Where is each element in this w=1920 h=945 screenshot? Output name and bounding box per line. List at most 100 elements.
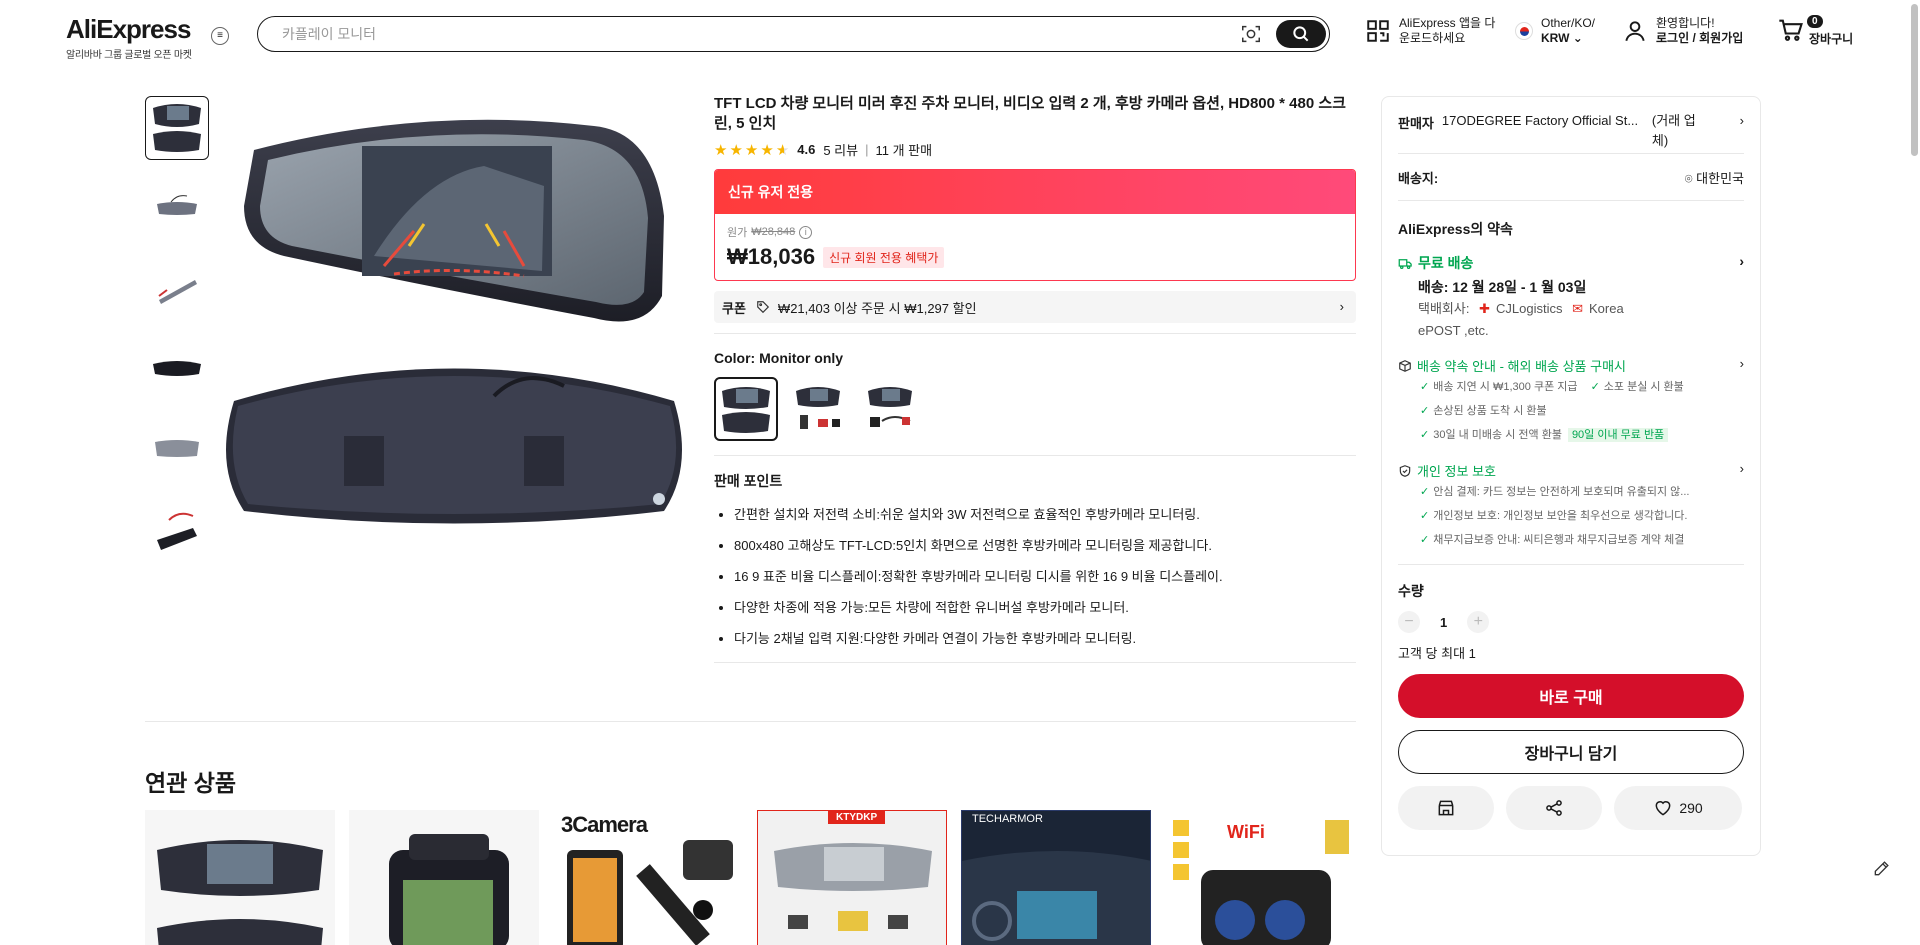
related-product-image (962, 851, 1150, 945)
share-button[interactable] (1506, 786, 1602, 830)
chevron-right-icon: › (1739, 113, 1744, 128)
info-icon[interactable]: i (799, 225, 813, 239)
seller-row[interactable]: 판매자 17ODEGREE Factory Official St... (거래… (1398, 113, 1744, 153)
buy-now-button[interactable]: 바로 구매 (1398, 674, 1744, 718)
thumbnail-5[interactable] (145, 416, 209, 480)
box-icon (1399, 359, 1411, 372)
scrollbar-thumb[interactable] (1911, 4, 1918, 156)
menu-icon[interactable]: ≡ (211, 27, 229, 45)
qr-code-icon (1367, 20, 1389, 42)
promise-item: 30일 내 미배송 시 전액 환불 (1433, 429, 1562, 441)
thumbnail-3[interactable] (145, 256, 209, 320)
free-shipping-section[interactable]: 무료 배송 › 배송: 12 월 28일 - 1 월 03일 택배회사: ✚ CJ… (1398, 253, 1744, 342)
app-line2: 운로드하세요 (1399, 31, 1466, 45)
check-icon: ✓ (1420, 405, 1430, 417)
quantity-stepper: − 1 + (1398, 611, 1744, 633)
aliexpress-logo[interactable]: AliExpress 알리바바 그룹 글로벌 오픈 마켓 (66, 14, 192, 61)
shield-icon (1399, 464, 1411, 477)
selling-point: 다양한 차종에 적용 가능:모든 차량에 적합한 유니버설 후방카메라 모니터. (734, 592, 1356, 623)
privacy-label: 개인 정보 보호 (1417, 464, 1496, 479)
rating-score: 4.6 (797, 142, 816, 157)
related-card-label: WiFi (1227, 822, 1265, 842)
ship-to-row[interactable]: 배송지: ⌾ 대한민국 (1398, 154, 1744, 200)
thumbnail-1[interactable] (145, 96, 209, 160)
check-icon: ✓ (1420, 429, 1430, 441)
chevron-right-icon: › (1739, 253, 1744, 269)
thumbnail-image (153, 361, 201, 376)
rating-row: ★ ★ ★ ★ ★ 4.6 5 리뷰 | 11 개 판매 (714, 140, 1356, 159)
app-line1: AliExpress 앱을 다 (1399, 16, 1496, 30)
camera-search-icon[interactable] (1240, 23, 1262, 45)
header: AliExpress 알리바바 그룹 글로벌 오픈 마켓 ≡ AliExpres… (0, 0, 1920, 66)
color-option-monitor-only[interactable] (714, 377, 778, 441)
thumbnail-4[interactable] (145, 336, 209, 400)
product-main-image[interactable] (224, 96, 684, 556)
delivery-promise-head: 배송 약속 안내 - 해외 배송 상품 구매시 › (1398, 356, 1744, 375)
login-link[interactable]: 로그인 / 회원가입 (1656, 31, 1743, 46)
chevron-right-icon: › (1339, 299, 1344, 314)
related-product-image (774, 843, 932, 931)
add-to-cart-button[interactable]: 장바구니 담기 (1398, 730, 1744, 774)
search-input[interactable] (282, 17, 1162, 50)
edit-icon[interactable] (1872, 858, 1892, 878)
related-product-card[interactable]: WiFi (1165, 810, 1355, 945)
cart[interactable]: 0 장바구니 (1777, 15, 1853, 48)
related-product-image (389, 834, 509, 945)
check-icon: ✓ (1420, 510, 1430, 522)
quantity-label: 수량 (1398, 583, 1424, 599)
store-icon (1438, 800, 1454, 816)
review-count[interactable]: 5 리뷰 (823, 140, 858, 159)
delivery-date: 배송: 12 월 28일 - 1 월 03일 (1418, 279, 1587, 295)
divider (1398, 564, 1744, 565)
star-rating: ★ ★ ★ ★ ★ (714, 141, 789, 159)
related-product-card[interactable] (145, 810, 335, 945)
coupon-label: 쿠폰 (722, 300, 746, 316)
plus-button[interactable]: + (1467, 611, 1490, 633)
minus-button[interactable]: − (1398, 611, 1420, 633)
chevron-down-icon: ⌄ (1572, 31, 1583, 45)
cj-logo-icon: ✚ (1479, 301, 1490, 316)
promise-item: 손상된 상품 도착 시 환불 (1433, 405, 1547, 417)
thumbnail-2[interactable] (145, 176, 209, 240)
related-product-card[interactable]: TECHARMOR (961, 810, 1151, 945)
related-product-card[interactable]: KTYDKP (757, 810, 947, 945)
divider (145, 721, 1356, 722)
color-option-2[interactable] (786, 377, 850, 441)
color-label: Color: Monitor only (714, 350, 844, 366)
check-icon: ✓ (1590, 381, 1600, 393)
delivery-promise-label: 배송 약속 안내 - 해외 배송 상품 구매시 (1417, 359, 1627, 374)
user-icon (1625, 21, 1645, 42)
thumbnail-image (158, 280, 197, 304)
separator: | (865, 142, 869, 157)
delivery-promise-section[interactable]: 배송 약속 안내 - 해외 배송 상품 구매시 › ✓ 배송 지연 시 ₩1,30… (1398, 356, 1744, 447)
account-menu[interactable]: 환영합니다! 로그인 / 회원가입 (1622, 16, 1743, 46)
thumbnail-image (157, 195, 197, 215)
color-option-3[interactable] (858, 377, 922, 441)
search-bar (257, 16, 1330, 52)
locale-selector[interactable]: Other/KO/ KRW ⌄ (1515, 16, 1595, 46)
thumbnail-6[interactable] (145, 496, 209, 560)
currency-value: KRW (1541, 31, 1570, 45)
quantity-value[interactable]: 1 (1440, 615, 1447, 630)
wishlist-button[interactable]: 290 (1614, 786, 1742, 830)
related-product-card[interactable]: 3Camera (553, 810, 743, 945)
search-button[interactable] (1276, 19, 1326, 48)
chevron-right-icon: › (1739, 461, 1744, 476)
korea-flag-icon (1515, 22, 1533, 40)
star-icon: ★ (760, 141, 774, 159)
app-download[interactable]: AliExpress 앱을 다 운로드하세요 (1365, 16, 1495, 46)
coupon-row[interactable]: 쿠폰 ₩21,403 이상 주문 시 ₩1,297 할인 › (714, 291, 1356, 323)
privacy-section[interactable]: 개인 정보 보호 › ✓ 안심 결제: 카드 정보는 안전하게 보호되며 유출되지… (1398, 461, 1744, 552)
seller-label: 판매자 (1398, 116, 1434, 131)
logo-text: AliExpress (66, 14, 191, 44)
related-product-card[interactable] (349, 810, 539, 945)
thumbnail-image (153, 104, 201, 152)
privacy-head: 개인 정보 보호 › (1398, 461, 1744, 480)
scrollbar[interactable] (1908, 0, 1920, 945)
half-star-icon: ★ (775, 141, 790, 159)
seller-name[interactable]: 17ODEGREE Factory Official St... (1442, 113, 1652, 128)
price-tag: 신규 회원 전용 혜택가 (823, 246, 945, 268)
promise-checklist: ✓ 배송 지연 시 ₩1,300 쿠폰 지급 ✓ 소포 분실 시 환불 ✓ 손상된 상… (1398, 375, 1744, 447)
free-shipping-head: 무료 배송 › (1398, 253, 1744, 273)
store-button[interactable] (1398, 786, 1494, 830)
